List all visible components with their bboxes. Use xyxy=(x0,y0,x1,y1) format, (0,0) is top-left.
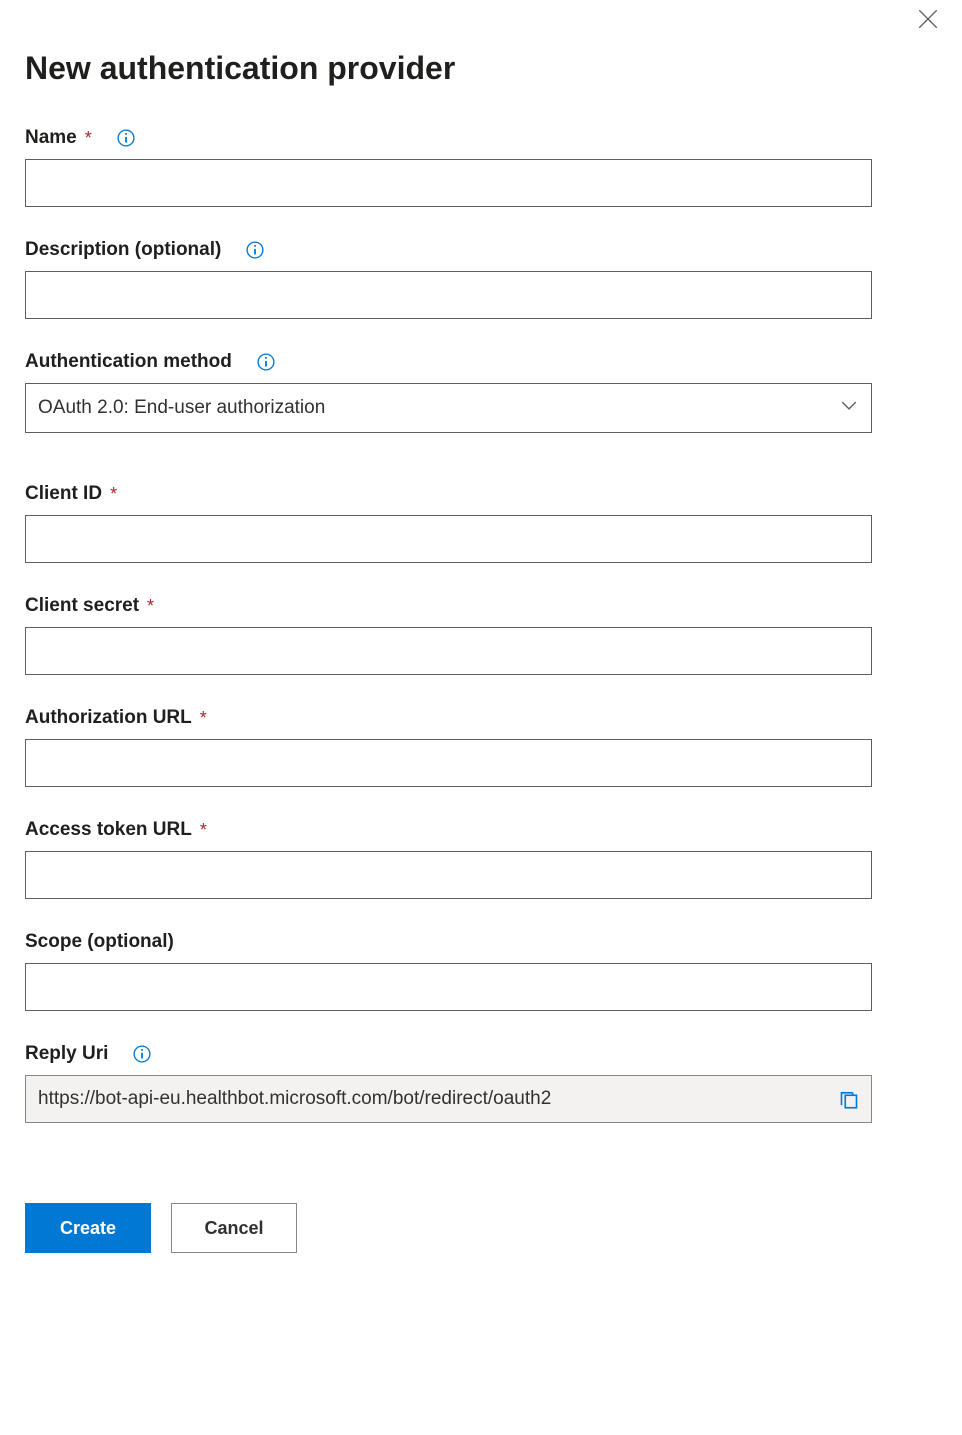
copy-icon[interactable] xyxy=(827,1089,871,1109)
required-marker: * xyxy=(110,484,117,505)
action-buttons: Create Cancel xyxy=(25,1203,937,1253)
auth-method-field: Authentication method OAuth 2.0: End-use… xyxy=(25,351,937,433)
name-field: Name * xyxy=(25,127,937,207)
reply-uri-label: Reply Uri xyxy=(25,1043,108,1065)
name-input[interactable] xyxy=(25,159,872,207)
auth-url-field: Authorization URL * xyxy=(25,707,937,787)
name-label: Name xyxy=(25,127,77,149)
auth-method-selected-value: OAuth 2.0: End-user authorization xyxy=(38,397,325,419)
close-icon[interactable] xyxy=(914,5,942,33)
auth-method-label: Authentication method xyxy=(25,351,232,373)
required-marker: * xyxy=(200,820,207,841)
reply-uri-value[interactable] xyxy=(26,1080,827,1118)
client-secret-label: Client secret xyxy=(25,595,139,617)
description-field: Description (optional) xyxy=(25,239,937,319)
scope-field: Scope (optional) xyxy=(25,931,937,1011)
info-icon[interactable] xyxy=(116,128,136,148)
description-label: Description (optional) xyxy=(25,239,221,261)
client-secret-input[interactable] xyxy=(25,627,872,675)
auth-url-label: Authorization URL xyxy=(25,707,192,729)
token-url-input[interactable] xyxy=(25,851,872,899)
required-marker: * xyxy=(147,596,154,617)
reply-uri-field: Reply Uri xyxy=(25,1043,937,1123)
auth-url-input[interactable] xyxy=(25,739,872,787)
info-icon[interactable] xyxy=(245,240,265,260)
info-icon[interactable] xyxy=(256,352,276,372)
client-id-label: Client ID xyxy=(25,483,102,505)
info-icon[interactable] xyxy=(132,1044,152,1064)
cancel-button[interactable]: Cancel xyxy=(171,1203,297,1253)
scope-input[interactable] xyxy=(25,963,872,1011)
token-url-label: Access token URL xyxy=(25,819,192,841)
scope-label: Scope (optional) xyxy=(25,931,174,953)
required-marker: * xyxy=(200,708,207,729)
panel-title: New authentication provider xyxy=(25,50,937,87)
description-input[interactable] xyxy=(25,271,872,319)
token-url-field: Access token URL * xyxy=(25,819,937,899)
client-secret-field: Client secret * xyxy=(25,595,937,675)
client-id-input[interactable] xyxy=(25,515,872,563)
required-marker: * xyxy=(85,128,92,149)
create-button[interactable]: Create xyxy=(25,1203,151,1253)
auth-method-select[interactable]: OAuth 2.0: End-user authorization xyxy=(25,383,872,433)
client-id-field: Client ID * xyxy=(25,483,937,563)
new-auth-provider-panel: New authentication provider Name * Descr… xyxy=(0,0,962,1293)
